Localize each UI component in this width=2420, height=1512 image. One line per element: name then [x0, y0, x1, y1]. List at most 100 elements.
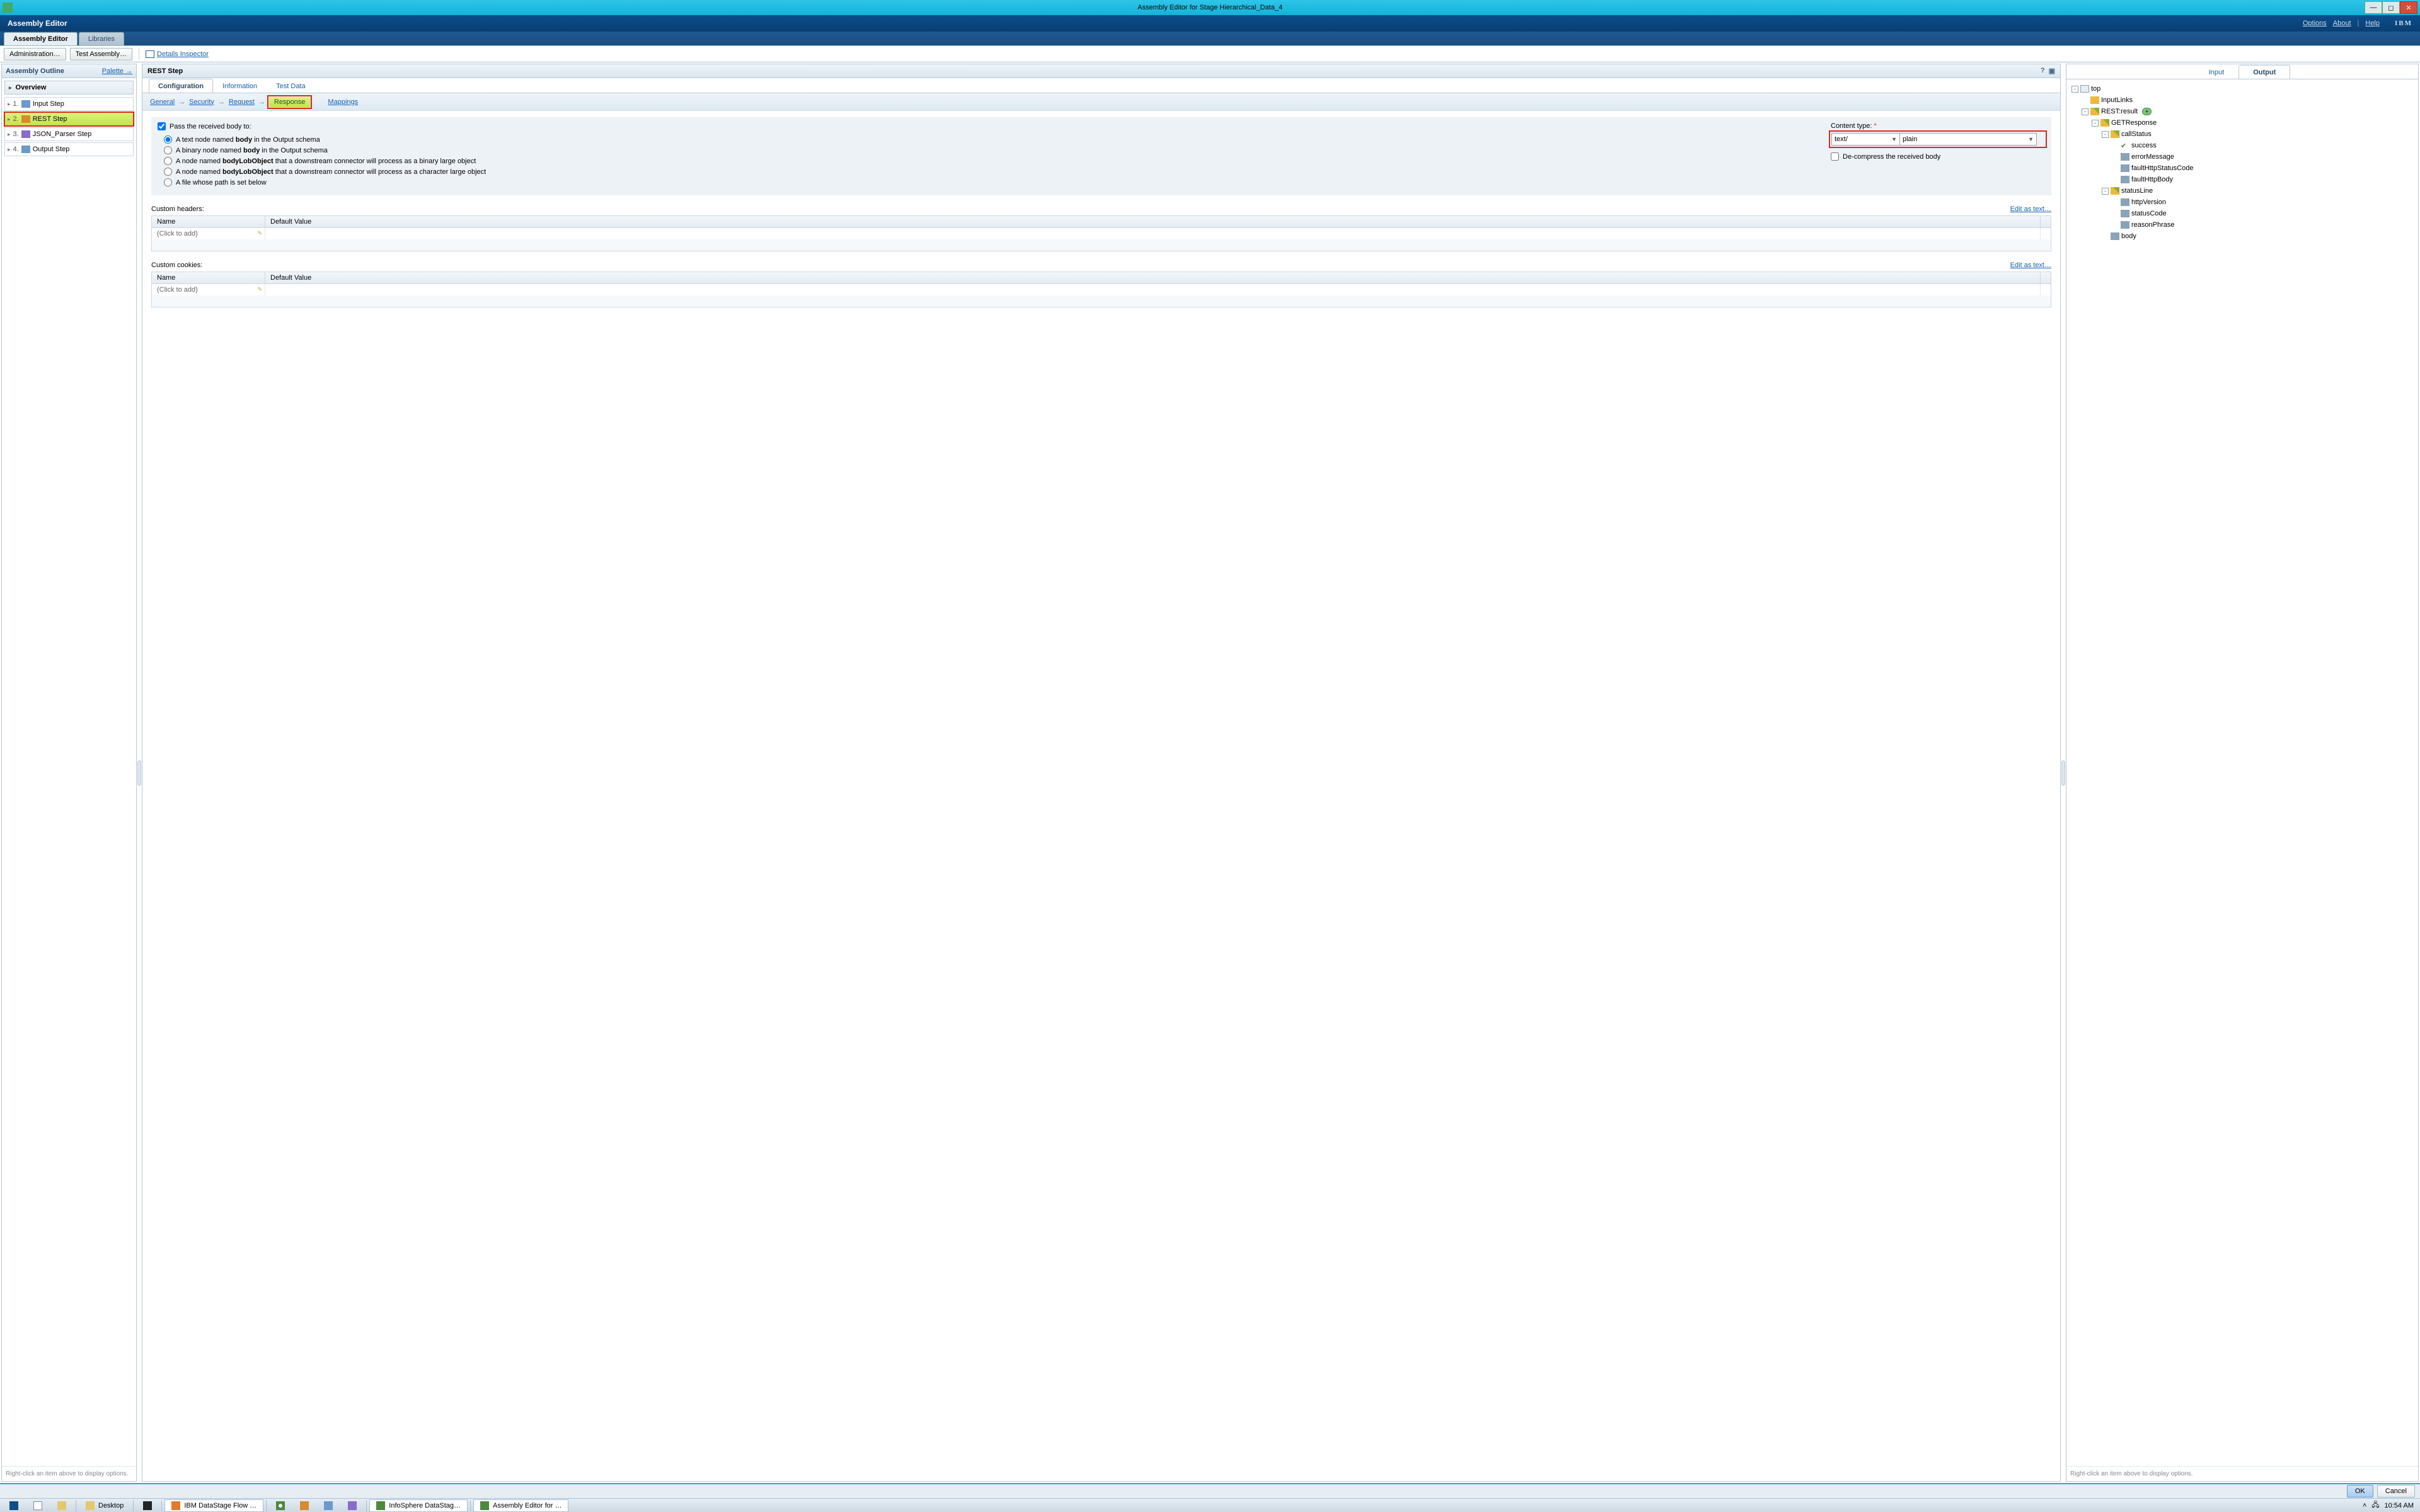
crumb-request[interactable]: Request	[229, 98, 255, 106]
tree-node[interactable]: statusCode	[2071, 208, 2413, 219]
ok-button[interactable]: OK	[2347, 1485, 2373, 1498]
center-header-actions: ? ▣	[2041, 67, 2055, 75]
taskbar-app-infosphere[interactable]: InfoSphere DataStag…	[369, 1499, 468, 1512]
taskbar-desktop[interactable]: Desktop	[79, 1499, 130, 1512]
radio-text-node[interactable]: A text node named body in the Output sch…	[158, 135, 1806, 144]
pass-body-checkbox[interactable]	[158, 122, 166, 130]
center-header: REST Step ? ▣	[142, 64, 2060, 78]
crumb-mappings[interactable]: Mappings	[328, 98, 358, 106]
tab-output-schema[interactable]: Output	[2238, 65, 2290, 79]
help-icon[interactable]: ?	[2041, 67, 2045, 75]
minimize-button[interactable]: —	[2365, 1, 2382, 14]
cancel-button[interactable]: Cancel	[2377, 1485, 2415, 1498]
administration-button[interactable]: Administration…	[4, 48, 66, 60]
help-link[interactable]: Help	[2365, 20, 2380, 27]
grid-add-row[interactable]: (Click to add)	[152, 228, 2051, 239]
right-splitter[interactable]	[2061, 62, 2066, 1483]
tree-toggle-icon	[2112, 142, 2119, 149]
radio-file-path[interactable]: A file whose path is set below	[158, 178, 1806, 186]
step-output[interactable]: ▸ 4. Output Step	[4, 142, 134, 156]
decompress-label: De-compress the received body	[1843, 153, 1940, 161]
content-subtype-select[interactable]: plain ▼	[1899, 133, 2037, 146]
radio-lob-binary-input[interactable]	[164, 157, 172, 165]
tree-toggle-icon[interactable]: -	[2102, 131, 2109, 138]
step-rest[interactable]: ▸ 2. REST Step	[4, 112, 134, 126]
tree-node[interactable]: -REST:result+	[2071, 106, 2413, 117]
tree-node[interactable]: -callStatus	[2071, 129, 2413, 140]
tab-input-schema[interactable]: Input	[2194, 65, 2238, 79]
tree-node[interactable]: faultHttpBody	[2071, 174, 2413, 185]
taskbar-app-datastage[interactable]: IBM DataStage Flow …	[164, 1499, 263, 1512]
radio-binary-node[interactable]: A binary node named body in the Output s…	[158, 146, 1806, 154]
options-link[interactable]: Options	[2303, 20, 2327, 27]
required-indicator: *	[1874, 122, 1877, 130]
tree-node[interactable]: reasonPhrase	[2071, 219, 2413, 231]
cookies-edit-as-text-link[interactable]: Edit as text…	[2010, 261, 2051, 269]
value-cell[interactable]	[265, 284, 2041, 295]
taskbar-task-view[interactable]	[50, 1499, 73, 1512]
decompress-checkbox[interactable]	[1831, 152, 1839, 161]
about-link[interactable]: About	[2333, 20, 2351, 27]
tray-network-icon[interactable]: 🖧	[2371, 1499, 2379, 1511]
content-type-value: text/	[1835, 135, 1848, 143]
crumb-security[interactable]: Security	[189, 98, 214, 106]
tab-assembly-editor[interactable]: Assembly Editor	[4, 32, 78, 45]
taskbar-search[interactable]	[26, 1499, 49, 1512]
taskbar-app-4[interactable]	[341, 1499, 364, 1512]
tree-toggle-icon[interactable]: -	[2082, 108, 2089, 115]
add-badge-icon[interactable]: +	[2142, 108, 2152, 115]
close-button[interactable]: ✕	[2400, 1, 2417, 14]
tree-node[interactable]: -statusLine	[2071, 185, 2413, 197]
radio-lob-char[interactable]: A node named bodyLobObject that a downst…	[158, 168, 1806, 176]
left-splitter[interactable]	[137, 62, 142, 1483]
terminal-icon	[143, 1501, 152, 1510]
tree-node[interactable]: httpVersion	[2071, 197, 2413, 208]
maximize-button[interactable]: ◻	[2382, 1, 2400, 14]
crumb-response[interactable]: Response	[269, 97, 311, 107]
palette-link[interactable]: Palette	[102, 67, 132, 75]
tab-configuration[interactable]: Configuration	[149, 79, 213, 93]
step-input[interactable]: ▸ 1. Input Step	[4, 97, 134, 111]
taskbar-app-assembly-editor[interactable]: Assembly Editor for …	[473, 1499, 568, 1512]
taskbar-chrome[interactable]	[269, 1499, 292, 1512]
tray-expand-icon[interactable]: ˄	[2363, 1502, 2366, 1509]
add-cell[interactable]: (Click to add)	[152, 284, 265, 295]
tray-clock[interactable]: 10:54 AM	[2385, 1502, 2414, 1509]
step-json-parser[interactable]: ▸ 3. JSON_Parser Step	[4, 127, 134, 141]
radio-lob-char-input[interactable]	[164, 168, 172, 176]
radio-binary-node-input[interactable]	[164, 146, 172, 154]
add-cell[interactable]: (Click to add)	[152, 228, 265, 239]
test-assembly-button[interactable]: Test Assembly…	[70, 48, 132, 60]
radio-text-node-input[interactable]	[164, 135, 172, 144]
value-cell[interactable]	[265, 228, 2041, 239]
tree-node-label: httpVersion	[2131, 198, 2166, 206]
taskbar-app-3[interactable]	[317, 1499, 340, 1512]
tab-libraries[interactable]: Libraries	[79, 32, 124, 45]
tree-node[interactable]: errorMessage	[2071, 151, 2413, 163]
content-type-select[interactable]: text/ ▼	[1831, 133, 1899, 146]
radio-file-path-input[interactable]	[164, 178, 172, 186]
tree-toggle-icon[interactable]: -	[2092, 120, 2099, 127]
taskbar-start[interactable]	[3, 1499, 25, 1512]
headers-edit-as-text-link[interactable]: Edit as text…	[2010, 205, 2051, 213]
tree-node[interactable]: body	[2071, 231, 2413, 242]
tab-information[interactable]: Information	[213, 79, 267, 93]
tree-node[interactable]: -top	[2071, 83, 2413, 94]
tree-node[interactable]: faultHttpStatusCode	[2071, 163, 2413, 174]
tree-node[interactable]: ✔success	[2071, 140, 2413, 151]
tab-test-data[interactable]: Test Data	[267, 79, 314, 93]
maximize-panel-icon[interactable]: ▣	[2049, 67, 2055, 75]
group-dec-icon	[2100, 119, 2109, 127]
tree-toggle-icon[interactable]: -	[2071, 86, 2078, 93]
tree-node[interactable]: -GETResponse	[2071, 117, 2413, 129]
tree-toggle-icon[interactable]: -	[2102, 188, 2109, 195]
grid-add-row[interactable]: (Click to add)	[152, 284, 2051, 295]
splitter-grip-icon	[137, 760, 141, 786]
crumb-general[interactable]: General	[150, 98, 175, 106]
details-inspector-link[interactable]: Details Inspector	[146, 50, 209, 58]
taskbar-terminal[interactable]	[136, 1499, 159, 1512]
overview-row[interactable]: Overview	[4, 81, 134, 94]
radio-lob-binary[interactable]: A node named bodyLobObject that a downst…	[158, 157, 1806, 165]
taskbar-app-2[interactable]	[293, 1499, 316, 1512]
tree-node[interactable]: InputLinks	[2071, 94, 2413, 106]
